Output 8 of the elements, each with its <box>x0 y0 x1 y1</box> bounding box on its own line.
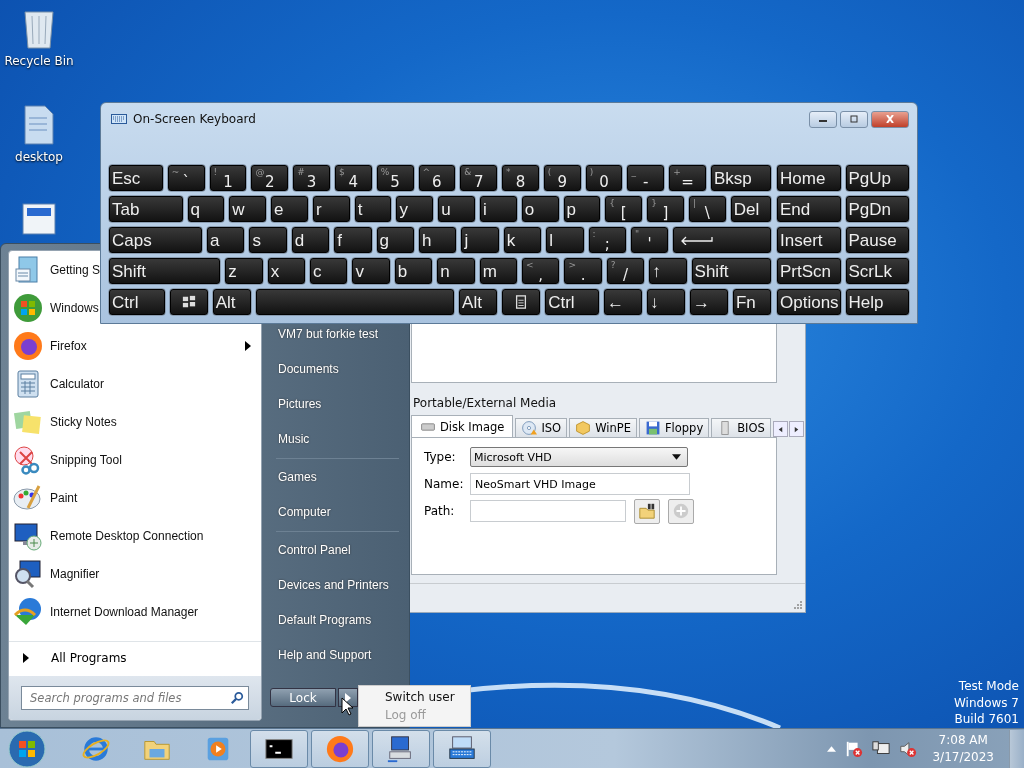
field-label: Name: <box>424 477 464 491</box>
test-mode-text: Build 7601 <box>954 711 1019 728</box>
field-label: Path: <box>424 504 456 518</box>
window-title: On-Screen Keyboard <box>133 112 256 126</box>
test-mode-text: Test Mode <box>958 678 1019 695</box>
test-mode-text: Windows 7 <box>954 694 1019 711</box>
group-label: Portable/External Media <box>412 396 558 410</box>
field-label: Type: <box>424 450 457 464</box>
